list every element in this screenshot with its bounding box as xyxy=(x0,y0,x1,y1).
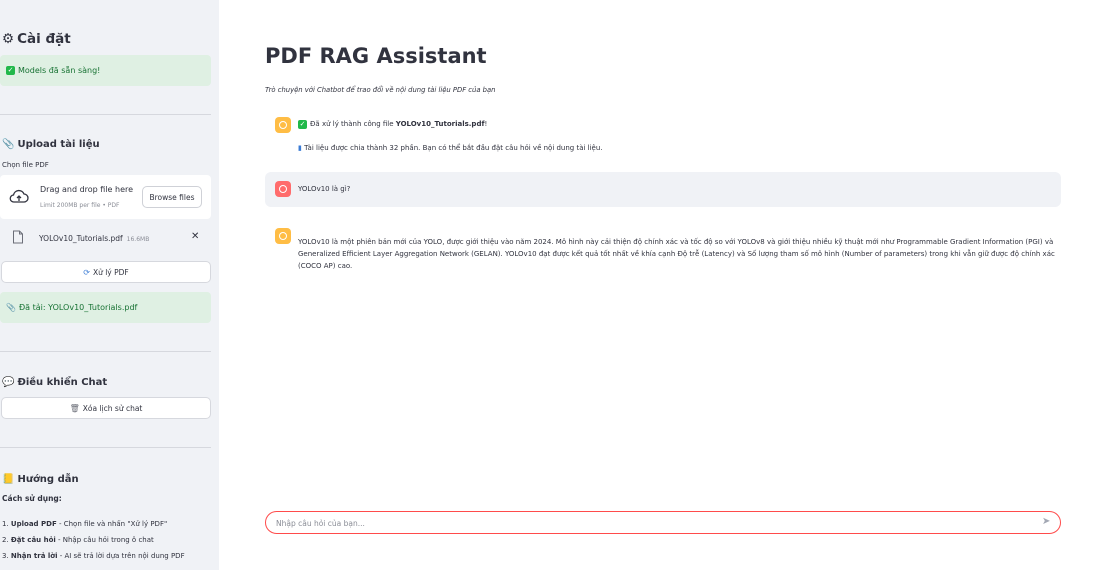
upload-heading: 📎 Upload tài liệu xyxy=(2,139,100,150)
assistant-avatar xyxy=(275,117,291,133)
chat-input-container: ➤ xyxy=(265,511,1061,534)
guide-step: 3. Nhận trả lời - AI sẽ trả lời dựa trên… xyxy=(2,552,185,560)
divider xyxy=(0,114,211,115)
guide-step: 1. Upload PDF - Chọn file và nhấn "Xử lý… xyxy=(2,520,168,528)
uploaded-file-name: YOLOv10_Tutorials.pdf 16.6MB xyxy=(39,234,150,243)
file-dropzone[interactable]: Drag and drop file here Limit 200MB per … xyxy=(0,175,211,219)
dropzone-title: Drag and drop file here xyxy=(40,185,134,194)
dropzone-limit: Limit 200MB per file • PDF xyxy=(40,202,120,209)
user-message: YOLOv10 là gì? xyxy=(298,185,351,193)
chat-input[interactable] xyxy=(276,516,1016,530)
uploaded-file-size: 16.6MB xyxy=(126,236,150,243)
gear-icon: ⚙ xyxy=(2,31,15,47)
check-icon: ✓ xyxy=(6,66,15,75)
user-avatar xyxy=(275,181,291,197)
chart-icon: ▮ xyxy=(298,144,302,152)
app-root: ⚙ Cài đặt ✓ Models đã sẵn sàng! 📎 Upload t… xyxy=(0,0,1101,570)
trash-icon: 🗑 xyxy=(69,403,80,413)
book-icon: 📒 xyxy=(2,474,15,485)
refresh-icon: ⟳ xyxy=(83,267,90,277)
chat-control-heading: 💬 Điều khiển Chat xyxy=(2,377,108,388)
models-ready-alert: ✓ Models đã sẵn sàng! xyxy=(0,55,211,86)
check-icon: ✓ xyxy=(298,120,307,129)
user-message-bubble xyxy=(265,172,1061,207)
guide-usage-label: Cách sử dụng: xyxy=(2,494,62,503)
close-icon[interactable]: ✕ xyxy=(191,231,199,242)
guide-heading: 📒 Hướng dẫn xyxy=(2,474,79,485)
chat-icon: 💬 xyxy=(2,377,15,388)
message-line: ▮ Tài liệu được chia thành 32 phần. Bạn … xyxy=(298,144,603,152)
paperclip-icon: 📎 xyxy=(2,139,15,150)
divider xyxy=(0,447,211,448)
paperclip-icon: 📎 xyxy=(6,303,16,312)
file-loaded-alert: 📎 Đã tải: YOLOv10_Tutorials.pdf xyxy=(0,292,211,323)
browse-files-button[interactable]: Browse files xyxy=(142,186,202,208)
file-icon xyxy=(13,230,23,244)
page-title: PDF RAG Assistant xyxy=(265,44,487,68)
message-line: ✓ Đã xử lý thành công file YOLOv10_Tutori… xyxy=(298,120,488,129)
sidebar: ⚙ Cài đặt ✓ Models đã sẵn sàng! 📎 Upload t… xyxy=(0,0,219,570)
settings-heading: ⚙ Cài đặt xyxy=(2,31,71,47)
send-icon[interactable]: ➤ xyxy=(1042,516,1050,527)
process-pdf-button[interactable]: ⟳ Xử lý PDF xyxy=(1,261,211,283)
file-uploader-label: Chọn file PDF xyxy=(2,161,49,169)
assistant-message: YOLOv10 là một phiên bản mới của YOLO, đ… xyxy=(298,238,1055,270)
assistant-avatar xyxy=(275,228,291,244)
guide-step: 2. Đặt câu hỏi - Nhập câu hỏi trong ô ch… xyxy=(2,536,154,544)
page-caption: Trò chuyện với Chatbot để trao đổi về nộ… xyxy=(265,86,496,94)
assistant-message: ✓ Đã xử lý thành công file YOLOv10_Tutori… xyxy=(298,118,603,154)
uploaded-file-row: YOLOv10_Tutorials.pdf 16.6MB ✕ xyxy=(0,226,211,250)
cloud-upload-icon xyxy=(9,189,29,203)
clear-chat-button[interactable]: 🗑 Xóa lịch sử chat xyxy=(1,397,211,419)
divider xyxy=(0,351,211,352)
